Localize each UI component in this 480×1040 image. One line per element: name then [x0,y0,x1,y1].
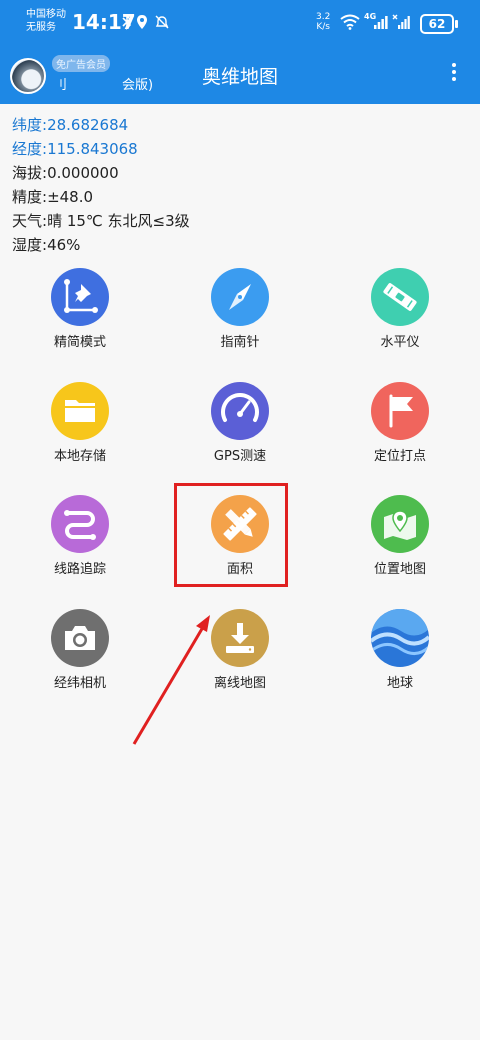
signal-icon [374,14,388,34]
altitude-value: 0.000000 [47,164,119,182]
accuracy-value: ±48.0 [47,188,94,206]
tool-globe-label: 地球 [386,676,413,691]
carrier-name: 中国移动 [26,9,66,20]
flag-icon [371,382,429,440]
tool-route-tracking[interactable]: 线路追踪 [20,489,140,577]
highlight-box [174,483,288,587]
battery-indicator: 62 [420,14,458,34]
humidity-label: 湿度: [12,236,48,254]
map-marker-icon [371,495,429,553]
tool-gps-speed[interactable]: GPS测速 [180,376,300,464]
tool-local-storage-label: 本地存储 [53,449,106,464]
weather-label: 天气: [12,212,48,230]
carrier-info: 中国移动 无服务 [26,8,66,34]
pin-crop-icon [51,268,109,326]
route-icon [51,495,109,553]
latitude-row: 纬度:28.682684 [12,113,190,137]
mute-bell-icon [154,14,170,34]
tool-geo-camera[interactable]: 经纬相机 [20,603,140,691]
longitude-value: 115.843068 [47,140,138,158]
weather-row: 天气:晴 15℃ 东北风≤3级 [12,209,190,233]
tool-local-storage[interactable]: 本地存储 [20,376,140,464]
folder-icon [51,382,109,440]
status-bar: 中国移动 无服务 14:17 3.2 K/s 4G 62 [0,0,480,44]
tool-offline-map[interactable]: 离线地图 [180,603,300,691]
carrier-status: 无服务 [26,22,56,33]
tool-globe[interactable]: 地球 [340,603,460,691]
tool-location-marking[interactable]: 定位打点 [340,376,460,464]
humidity-value: 46% [47,236,81,254]
altitude-row: 海拔:0.000000 [12,161,190,185]
level-icon [371,268,429,326]
location-info-panel: 纬度:28.682684 经度:115.843068 海拔:0.000000 精… [12,113,190,257]
page-title: 奥维地图 [201,66,278,88]
tool-route-tracking-label: 线路追踪 [53,562,106,577]
wifi-icon [340,14,360,34]
network-speed: 3.2 K/s [316,12,330,32]
tool-offline-map-label: 离线地图 [213,676,266,691]
compass-icon [211,268,269,326]
accuracy-label: 精度: [12,188,48,206]
humidity-row: 湿度:46% [12,233,190,257]
weather-value: 晴 15℃ 东北风≤3级 [47,212,190,230]
tool-level-label: 水平仪 [380,335,420,350]
tool-location-map-label: 位置地图 [373,562,426,577]
location-icon [136,14,148,34]
tool-compass[interactable]: 指南针 [180,262,300,350]
tool-geo-camera-label: 经纬相机 [53,676,106,691]
tool-compass-label: 指南针 [220,335,260,350]
download-icon [211,609,269,667]
tool-simple-mode-label: 精简模式 [53,335,106,350]
network-speed-unit: K/s [316,22,330,32]
more-options-icon[interactable] [444,60,464,88]
tool-simple-mode[interactable]: 精简模式 [20,262,140,350]
app-header: 免广告会员 刂 会版) 奥维地图 [0,44,480,104]
tool-location-marking-label: 定位打点 [373,449,426,464]
bluetooth-icon [122,14,132,34]
tool-location-map[interactable]: 位置地图 [340,489,460,577]
latitude-label: 纬度: [12,116,48,134]
camera-icon [51,609,109,667]
speedometer-icon [211,382,269,440]
altitude-label: 海拔: [12,164,48,182]
globe-waves-icon [371,609,429,667]
tool-level[interactable]: 水平仪 [340,262,460,350]
latitude-value: 28.682684 [47,116,129,134]
longitude-label: 经度: [12,140,48,158]
tool-gps-speed-label: GPS测速 [213,449,267,464]
longitude-row: 经度:115.843068 [12,137,190,161]
no-signal-icon [392,14,410,34]
network-speed-value: 3.2 [316,12,331,22]
accuracy-row: 精度:±48.0 [12,185,190,209]
